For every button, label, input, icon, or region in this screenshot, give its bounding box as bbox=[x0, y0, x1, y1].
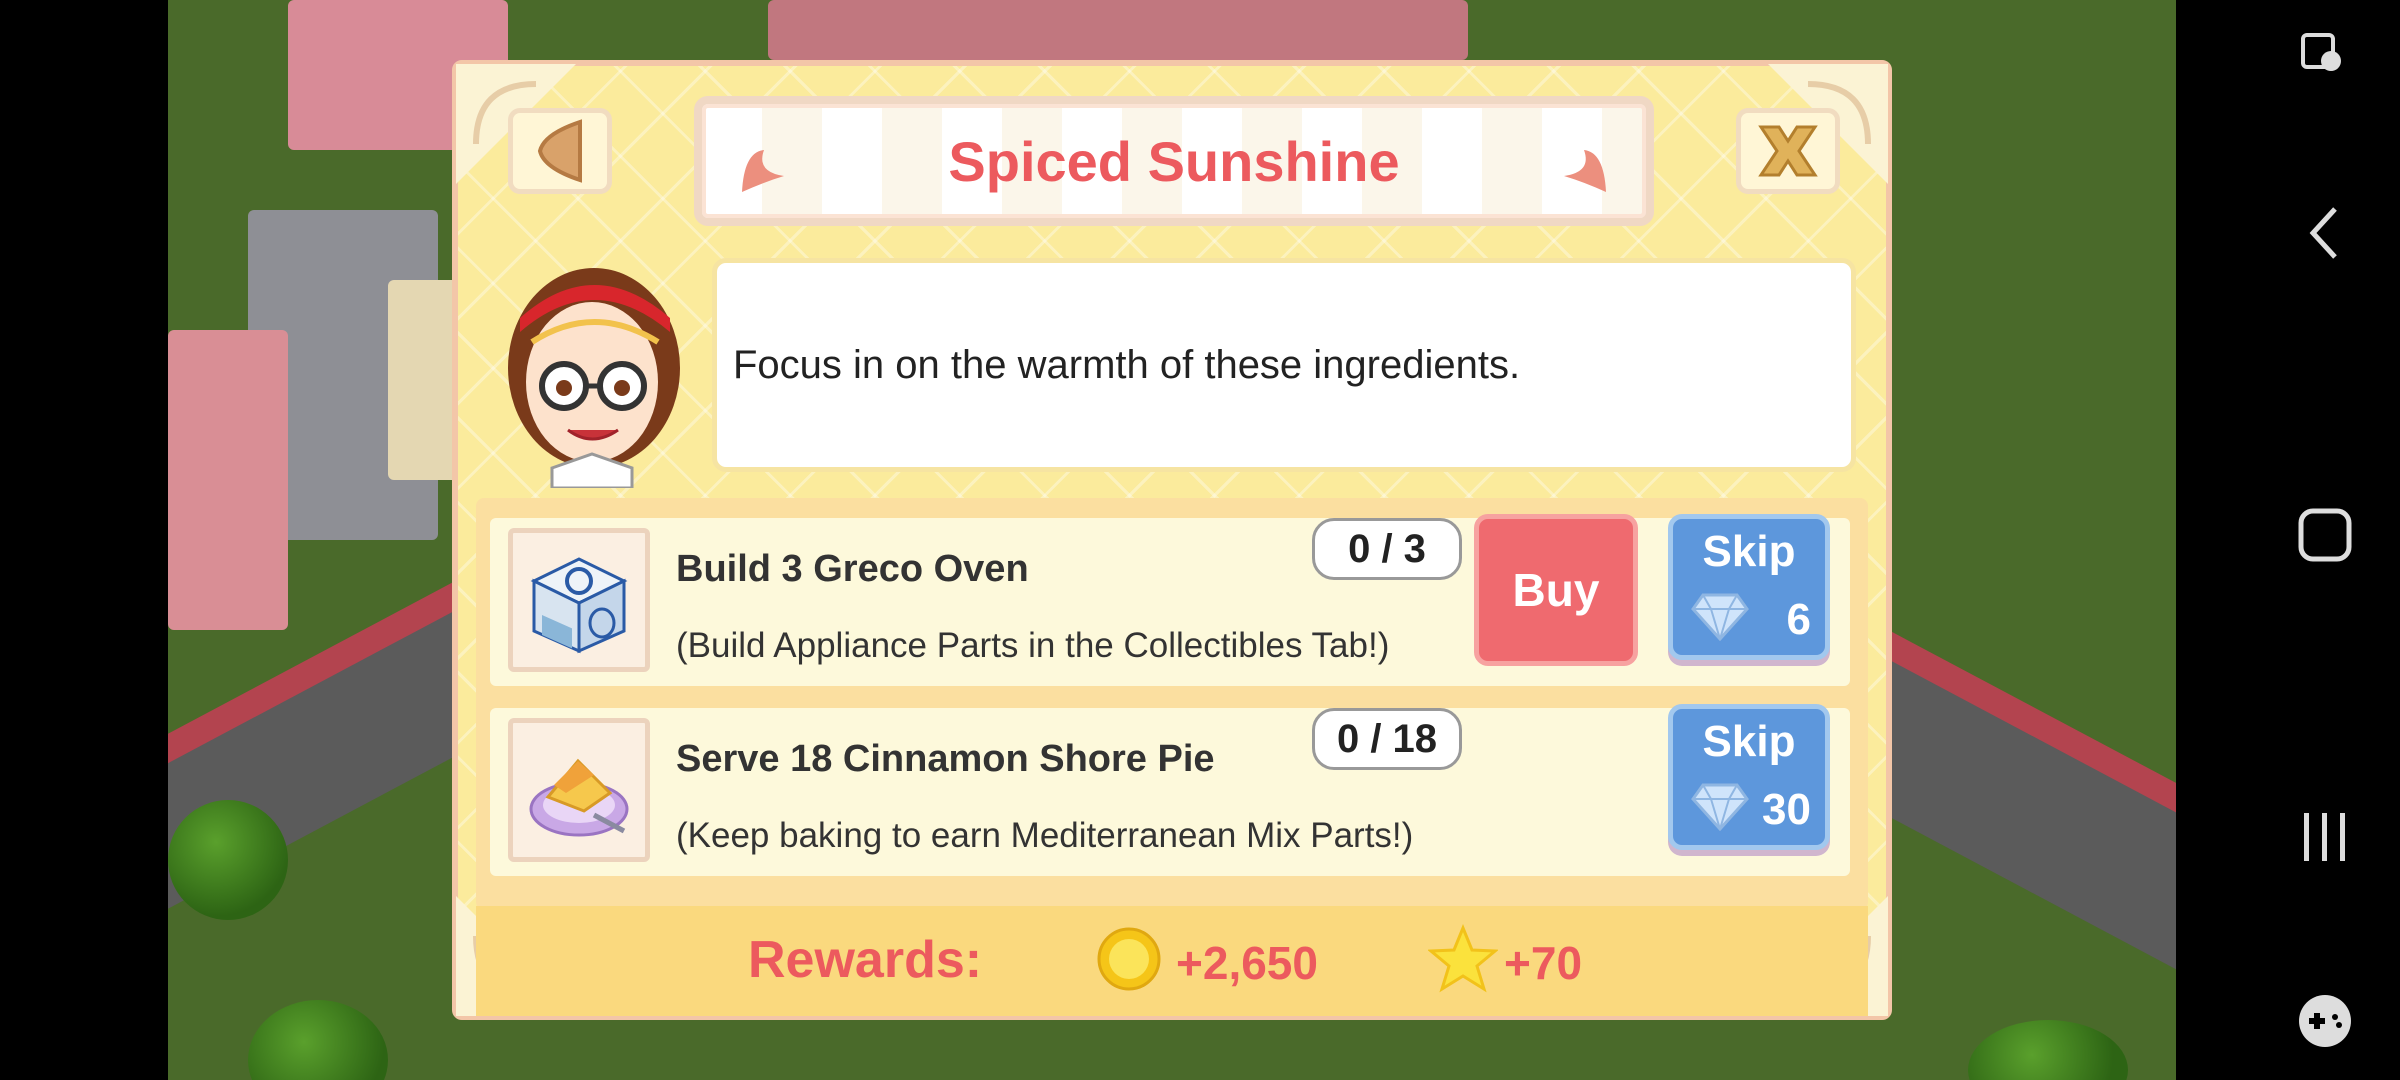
oven-icon bbox=[530, 557, 628, 654]
home-nav-icon[interactable] bbox=[2290, 500, 2360, 570]
reward-stars: +70 bbox=[1504, 937, 1583, 989]
gem-icon bbox=[1691, 593, 1749, 641]
task-icon-frame bbox=[508, 718, 650, 862]
rewards-label: Rewards: bbox=[748, 931, 983, 989]
task-title: Serve 18 Cinnamon Shore Pie bbox=[676, 738, 1215, 780]
flourish-icon bbox=[1564, 150, 1606, 192]
skip-button[interactable]: Skip 6 bbox=[1668, 514, 1830, 660]
gem-icon bbox=[1691, 783, 1749, 831]
dialog-title: Spiced Sunshine bbox=[948, 129, 1400, 193]
close-x-icon bbox=[1758, 125, 1818, 177]
game-controller-icon[interactable] bbox=[2290, 986, 2360, 1056]
tree bbox=[248, 1000, 388, 1080]
building bbox=[168, 330, 288, 630]
skip-label: Skip bbox=[1702, 717, 1796, 766]
title-banner: Spiced Sunshine bbox=[694, 96, 1654, 226]
skip-label: Skip bbox=[1702, 527, 1796, 576]
close-button[interactable] bbox=[1736, 108, 1840, 194]
task-subtitle: (Build Appliance Parts in the Collectibl… bbox=[676, 626, 1390, 665]
skip-cost: 6 bbox=[1786, 595, 1811, 644]
system-navigation-bar bbox=[2176, 0, 2400, 1080]
back-nav-icon[interactable] bbox=[2290, 198, 2360, 268]
flourish-icon bbox=[742, 150, 784, 192]
task-icon-frame bbox=[508, 528, 650, 672]
message-box: Focus in on the warmth of these ingredie… bbox=[712, 258, 1856, 472]
task-row: Serve 18 Cinnamon Shore Pie (Keep baking… bbox=[490, 704, 1850, 876]
star-icon bbox=[1428, 924, 1498, 993]
accessibility-icon[interactable] bbox=[2290, 20, 2360, 90]
recents-nav-icon[interactable] bbox=[2290, 802, 2360, 872]
dialog-message: Focus in on the warmth of these ingredie… bbox=[733, 342, 1521, 387]
back-arrow-icon bbox=[537, 119, 582, 183]
building bbox=[768, 0, 1468, 60]
coin-icon bbox=[1097, 927, 1161, 991]
rewards-bar bbox=[476, 906, 1868, 1016]
task-progress: 0 / 18 bbox=[1312, 708, 1462, 770]
task-progress: 0 / 3 bbox=[1312, 518, 1462, 580]
task-title: Build 3 Greco Oven bbox=[676, 548, 1029, 590]
task-subtitle: (Keep baking to earn Mediterranean Mix P… bbox=[676, 816, 1414, 855]
skip-button[interactable]: Skip 30 bbox=[1668, 704, 1830, 850]
tree bbox=[168, 800, 288, 920]
buy-button[interactable]: Buy bbox=[1474, 514, 1638, 666]
character-avatar bbox=[508, 268, 680, 488]
task-row: Build 3 Greco Oven (Build Appliance Part… bbox=[490, 514, 1850, 686]
screen: Spiced Sunshine Focus in on the warmth o… bbox=[0, 0, 2400, 1080]
skip-cost: 30 bbox=[1762, 785, 1811, 834]
tree bbox=[1968, 1020, 2128, 1080]
pie-icon bbox=[529, 758, 629, 837]
reward-coins: +2,650 bbox=[1176, 937, 1318, 989]
back-button[interactable] bbox=[508, 108, 612, 194]
